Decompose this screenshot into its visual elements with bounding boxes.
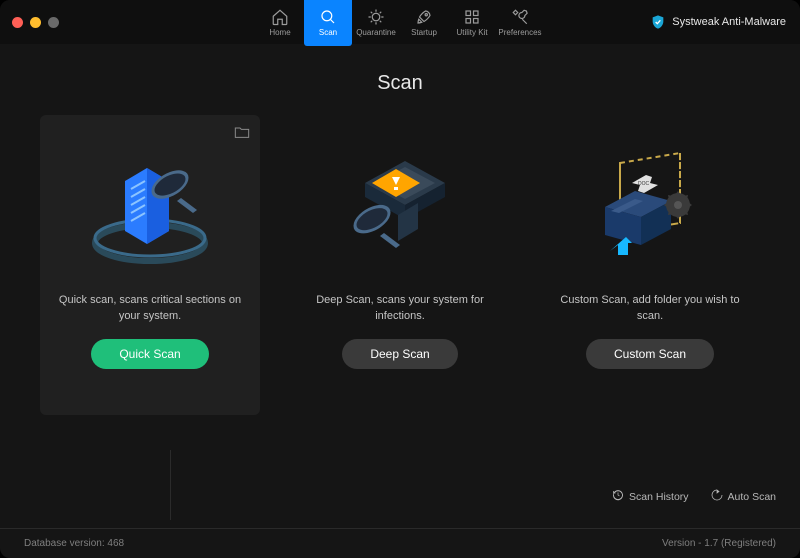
custom-scan-card[interactable]: DOC Custom Scan, add folder you wish to … xyxy=(540,115,760,415)
folder-icon xyxy=(234,125,250,139)
auto-scan-link[interactable]: Auto Scan xyxy=(711,489,776,504)
virus-icon xyxy=(367,8,385,26)
deep-scan-card[interactable]: Deep Scan, scans your system for infecti… xyxy=(290,115,510,415)
home-icon xyxy=(271,8,289,26)
nav-home-label: Home xyxy=(269,28,290,37)
status-bar: Database version: 468 Version - 1.7 (Reg… xyxy=(0,528,800,558)
auto-scan-label: Auto Scan xyxy=(728,491,776,503)
svg-text:DOC: DOC xyxy=(638,181,650,187)
quick-scan-illustration xyxy=(70,143,230,273)
search-icon xyxy=(319,8,337,26)
custom-scan-button[interactable]: Custom Scan xyxy=(586,339,714,369)
rocket-icon xyxy=(415,8,433,26)
window-controls xyxy=(12,17,59,28)
shield-icon xyxy=(650,14,666,30)
nav-utility-kit[interactable]: Utility Kit xyxy=(448,0,496,44)
quick-scan-card[interactable]: Quick scan, scans critical sections on y… xyxy=(40,115,260,415)
nav-utility-kit-label: Utility Kit xyxy=(456,28,487,37)
auto-scan-icon xyxy=(711,489,723,504)
brand-badge: Systweak Anti-Malware xyxy=(650,14,786,30)
history-icon xyxy=(612,489,624,504)
nav-quarantine[interactable]: Quarantine xyxy=(352,0,400,44)
main-nav: Home Scan Quarantine Startup xyxy=(256,0,544,44)
scan-options: Quick scan, scans critical sections on y… xyxy=(0,115,800,415)
deep-scan-desc: Deep Scan, scans your system for infecti… xyxy=(290,291,510,325)
custom-scan-illustration: DOC xyxy=(570,143,730,273)
nav-startup[interactable]: Startup xyxy=(400,0,448,44)
app-window: Home Scan Quarantine Startup xyxy=(0,0,800,558)
divider xyxy=(170,450,171,520)
quick-scan-desc: Quick scan, scans critical sections on y… xyxy=(40,291,260,325)
footer-actions: Scan History Auto Scan xyxy=(612,489,776,504)
tools-icon xyxy=(511,8,529,26)
close-window-button[interactable] xyxy=(12,17,23,28)
app-version: Version - 1.7 (Registered) xyxy=(662,538,776,549)
deep-scan-illustration xyxy=(320,143,480,273)
custom-scan-desc: Custom Scan, add folder you wish to scan… xyxy=(540,291,760,325)
nav-home[interactable]: Home xyxy=(256,0,304,44)
nav-startup-label: Startup xyxy=(411,28,437,37)
maximize-window-button[interactable] xyxy=(48,17,59,28)
nav-preferences-label: Preferences xyxy=(498,28,541,37)
brand-name: Systweak Anti-Malware xyxy=(672,16,786,28)
deep-scan-button[interactable]: Deep Scan xyxy=(342,339,457,369)
minimize-window-button[interactable] xyxy=(30,17,41,28)
nav-scan[interactable]: Scan xyxy=(304,0,352,46)
database-version: Database version: 468 xyxy=(24,538,124,549)
scan-history-label: Scan History xyxy=(629,491,689,503)
nav-scan-label: Scan xyxy=(319,28,337,37)
grid-icon xyxy=(463,8,481,26)
title-bar: Home Scan Quarantine Startup xyxy=(0,0,800,44)
scan-history-link[interactable]: Scan History xyxy=(612,489,689,504)
nav-preferences[interactable]: Preferences xyxy=(496,0,544,44)
quick-scan-button[interactable]: Quick Scan xyxy=(91,339,208,369)
page-title: Scan xyxy=(0,72,800,95)
nav-quarantine-label: Quarantine xyxy=(356,28,396,37)
